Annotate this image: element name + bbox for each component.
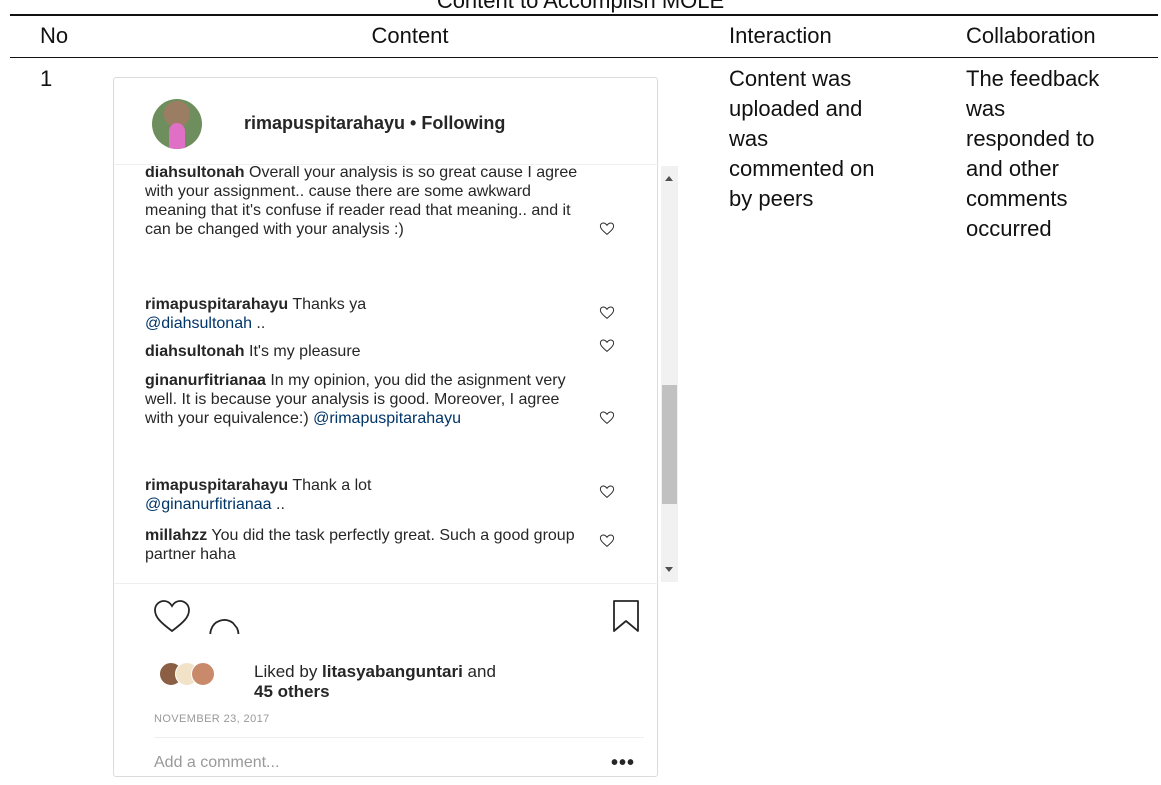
like-comment-icon[interactable] bbox=[599, 410, 615, 426]
liker-username[interactable]: litasyabanguntari bbox=[322, 662, 463, 681]
comment-text: .. bbox=[251, 315, 266, 332]
likes-prefix: Liked by bbox=[254, 662, 323, 681]
like-comment-icon[interactable] bbox=[599, 305, 615, 321]
comment-list[interactable]: diahsultonah Overall your analysis is so… bbox=[114, 166, 659, 582]
liker-avatars[interactable] bbox=[159, 662, 219, 686]
scrollbar-thumb[interactable] bbox=[662, 385, 677, 504]
comment-text: You did the task perfectly great. Such a… bbox=[145, 527, 575, 563]
comment-item: millahzz You did the task perfectly grea… bbox=[145, 526, 585, 564]
comment-mention[interactable]: @diahsultonah bbox=[145, 315, 252, 332]
comment-user[interactable]: ginanurfitrianaa bbox=[145, 372, 266, 389]
header-collaboration: Collaboration bbox=[966, 23, 1096, 48]
row-number: 1 bbox=[40, 66, 53, 91]
instagram-post: rimapuspitarahayu • Following diahsulton… bbox=[113, 77, 678, 778]
like-comment-icon[interactable] bbox=[599, 484, 615, 500]
avatar[interactable] bbox=[152, 99, 202, 149]
likes-suffix: and bbox=[462, 662, 496, 681]
comment-user[interactable]: rimapuspitarahayu bbox=[145, 296, 288, 313]
comment-item: diahsultonah It's my pleasure bbox=[145, 342, 585, 361]
like-comment-icon[interactable] bbox=[599, 533, 615, 549]
heart-outline-icon[interactable] bbox=[152, 598, 192, 634]
header-content: Content bbox=[371, 23, 449, 48]
header-no: No bbox=[40, 23, 69, 48]
collaboration-cell: The feedback was responded to and other … bbox=[966, 66, 1100, 241]
comment-item: rimapuspitarahayu Thank a lot @ginanurfi… bbox=[145, 476, 585, 514]
avatar[interactable] bbox=[191, 662, 215, 686]
comment-item: diahsultonah Overall your analysis is so… bbox=[145, 166, 585, 239]
post-actions: Liked by litasyabanguntari and 45 others … bbox=[114, 583, 659, 778]
header-interaction: Interaction bbox=[729, 23, 832, 48]
add-comment-input[interactable] bbox=[154, 754, 574, 772]
likes-others[interactable]: 45 others bbox=[254, 682, 330, 701]
comment-mention[interactable]: @rimapuspitarahayu bbox=[313, 410, 461, 427]
post-username[interactable]: rimapuspitarahayu • Following bbox=[244, 113, 505, 134]
comment-bubble-icon[interactable] bbox=[206, 598, 242, 634]
comment-item: ginanurfitrianaa In my opinion, you did … bbox=[145, 371, 585, 428]
scroll-down-arrow-icon[interactable] bbox=[665, 567, 673, 572]
add-comment-row: ••• bbox=[154, 737, 644, 785]
comment-user[interactable]: diahsultonah bbox=[145, 166, 245, 181]
comment-mention[interactable]: @ginanurfitrianaa bbox=[145, 496, 272, 513]
header-rule bbox=[10, 57, 1158, 58]
comment-item: rimapuspitarahayu Thanks ya @diahsultona… bbox=[145, 295, 585, 333]
post-date[interactable]: NOVEMBER 23, 2017 bbox=[154, 713, 270, 725]
comment-text: Thank a lot bbox=[288, 477, 372, 494]
like-comment-icon[interactable] bbox=[599, 338, 615, 354]
comment-text: Thanks ya bbox=[288, 296, 367, 313]
table-top-rule bbox=[10, 14, 1158, 16]
table-caption: Content to Accomplish MOLE bbox=[436, 0, 725, 13]
like-comment-icon[interactable] bbox=[599, 221, 615, 237]
interaction-cell: Content was uploaded and was commented o… bbox=[729, 66, 875, 211]
post-header: rimapuspitarahayu • Following bbox=[114, 78, 659, 165]
comment-user[interactable]: rimapuspitarahayu bbox=[145, 477, 288, 494]
comment-user[interactable]: diahsultonah bbox=[145, 343, 245, 360]
scroll-up-arrow-icon[interactable] bbox=[665, 176, 673, 181]
likes-summary: Liked by litasyabanguntari and 45 others bbox=[254, 662, 496, 702]
more-icon[interactable]: ••• bbox=[611, 752, 635, 775]
comment-text: It's my pleasure bbox=[244, 343, 361, 360]
comment-text: .. bbox=[271, 496, 285, 513]
comments-scrollbar[interactable] bbox=[661, 166, 678, 582]
comment-user[interactable]: millahzz bbox=[145, 527, 207, 544]
bookmark-icon[interactable] bbox=[611, 598, 641, 634]
